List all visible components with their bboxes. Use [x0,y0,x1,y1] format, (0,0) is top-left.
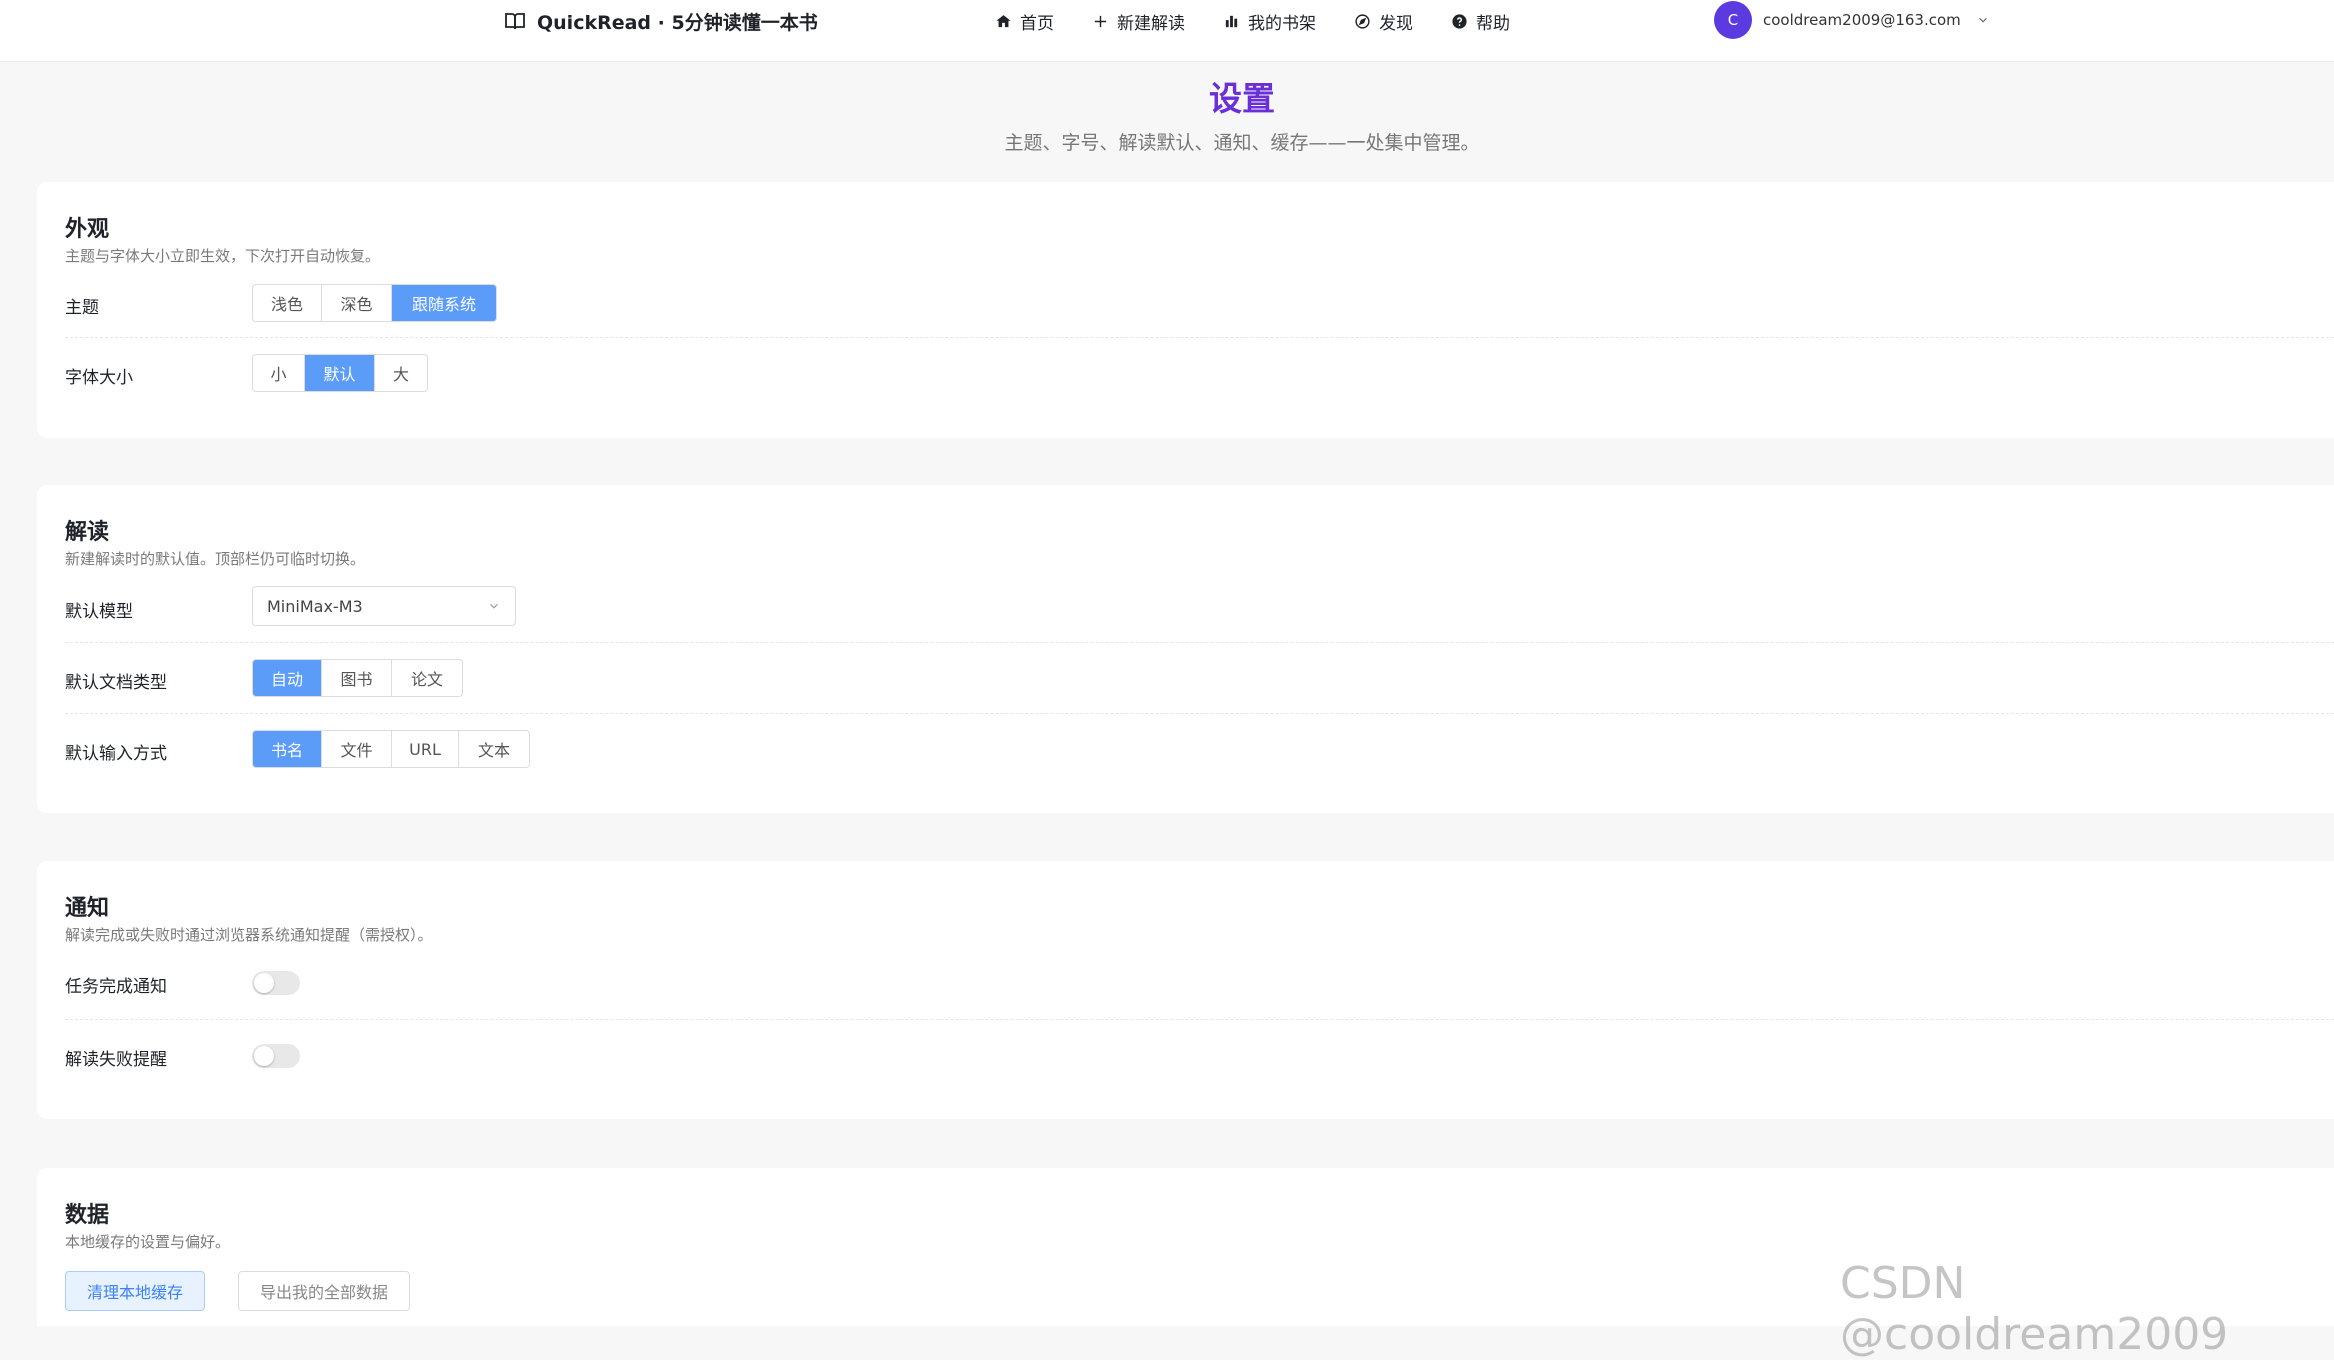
bar-chart-icon [1225,15,1238,27]
nav-help-label: 帮助 [1476,13,1510,34]
input-mode-selector: 书名 文件 URL 文本 [252,730,530,768]
nav-new-reading-label: 新建解读 [1117,13,1185,34]
font-size-option-default[interactable]: 默认 [305,355,375,391]
theme-option-light[interactable]: 浅色 [253,285,322,321]
home-icon [996,14,1011,27]
book-open-icon [505,13,525,30]
reading-card: 解读 新建解读时的默认值。顶部栏仍可临时切换。 默认模型 MiniMax-M3 … [37,485,2334,813]
reading-desc: 新建解读时的默认值。顶部栏仍可临时切换。 [65,550,366,568]
main-nav: 首页 新建解读 我的书架 发现 帮助 [995,8,1510,34]
theme-selector: 浅色 深色 跟随系统 [252,284,497,322]
default-model-select[interactable]: MiniMax-M3 [252,586,516,626]
brand-logo-link[interactable]: QuickRead · 5分钟读懂一本书 [503,8,818,34]
nav-help[interactable]: 帮助 [1451,9,1510,34]
divider [65,642,2334,643]
fail-alert-label: 解读失败提醒 [65,1050,167,1070]
appearance-card: 外观 主题与字体大小立即生效，下次打开自动恢复。 主题 浅色 深色 跟随系统 字… [37,182,2334,438]
appearance-title: 外观 [65,217,110,242]
input-mode-option-file[interactable]: 文件 [322,731,392,767]
chevron-down-icon [1978,17,1987,23]
divider [65,1019,2334,1020]
divider [65,337,2334,338]
nav-new-reading[interactable]: 新建解读 [1092,9,1185,34]
input-mode-option-title[interactable]: 书名 [253,731,322,767]
data-desc: 本地缓存的设置与偏好。 [65,1233,231,1251]
nav-discover[interactable]: 发现 [1354,9,1413,34]
theme-option-dark[interactable]: 深色 [322,285,392,321]
theme-option-system[interactable]: 跟随系统 [392,285,496,321]
top-navigation-bar: QuickRead · 5分钟读懂一本书 首页 新建解读 我的书架 发现 帮助 … [0,0,2334,62]
nav-bookshelf-label: 我的书架 [1248,13,1316,34]
notify-card: 通知 解读完成或失败时通过浏览器系统通知提醒（需授权）。 任务完成通知 解读失败… [37,861,2334,1119]
reading-title: 解读 [65,520,110,545]
nav-home-label: 首页 [1020,13,1054,34]
doc-type-selector: 自动 图书 论文 [252,659,463,697]
font-size-selector: 小 默认 大 [252,354,428,392]
page-title: 设置 [1209,79,1275,118]
plus-icon [1094,15,1107,27]
font-size-option-small[interactable]: 小 [253,355,305,391]
task-done-toggle[interactable] [252,971,300,995]
theme-label: 主题 [65,298,99,318]
toggle-knob [254,973,274,993]
clear-cache-button[interactable]: 清理本地缓存 [65,1271,205,1311]
notify-title: 通知 [65,896,110,921]
input-mode-label: 默认输入方式 [65,744,167,764]
appearance-desc: 主题与字体大小立即生效，下次打开自动恢复。 [65,247,381,265]
user-email: cooldream2009@163.com [1763,11,1961,29]
export-data-button[interactable]: 导出我的全部数据 [238,1271,410,1311]
nav-bookshelf[interactable]: 我的书架 [1223,9,1316,34]
fail-alert-toggle[interactable] [252,1044,300,1068]
input-mode-option-text[interactable]: 文本 [459,731,529,767]
avatar: C [1714,1,1752,39]
doc-type-option-book[interactable]: 图书 [322,660,392,696]
default-model-value: MiniMax-M3 [267,596,363,616]
brand-name: QuickRead · 5分钟读懂一本书 [537,11,818,34]
help-circle-icon [1452,13,1467,29]
user-menu[interactable]: C cooldream2009@163.com [1714,1,1990,39]
input-mode-option-url[interactable]: URL [392,731,459,767]
compass-icon [1355,13,1370,29]
default-model-label: 默认模型 [65,602,133,622]
font-size-option-large[interactable]: 大 [375,355,427,391]
data-title: 数据 [65,1203,110,1228]
divider [65,713,2334,714]
notify-desc: 解读完成或失败时通过浏览器系统通知提醒（需授权）。 [65,926,433,944]
watermark: CSDN @cooldream2009 [1840,1258,2229,1360]
font-size-label: 字体大小 [65,368,133,388]
page-subtitle: 主题、字号、解读默认、通知、缓存——一处集中管理。 [1004,132,1480,154]
chevron-down-icon [490,603,498,609]
toggle-knob [254,1046,274,1066]
task-done-label: 任务完成通知 [65,977,167,997]
doc-type-option-auto[interactable]: 自动 [253,660,322,696]
doc-type-label: 默认文档类型 [65,673,167,693]
nav-home[interactable]: 首页 [995,9,1054,34]
nav-discover-label: 发现 [1379,13,1413,34]
doc-type-option-paper[interactable]: 论文 [392,660,462,696]
